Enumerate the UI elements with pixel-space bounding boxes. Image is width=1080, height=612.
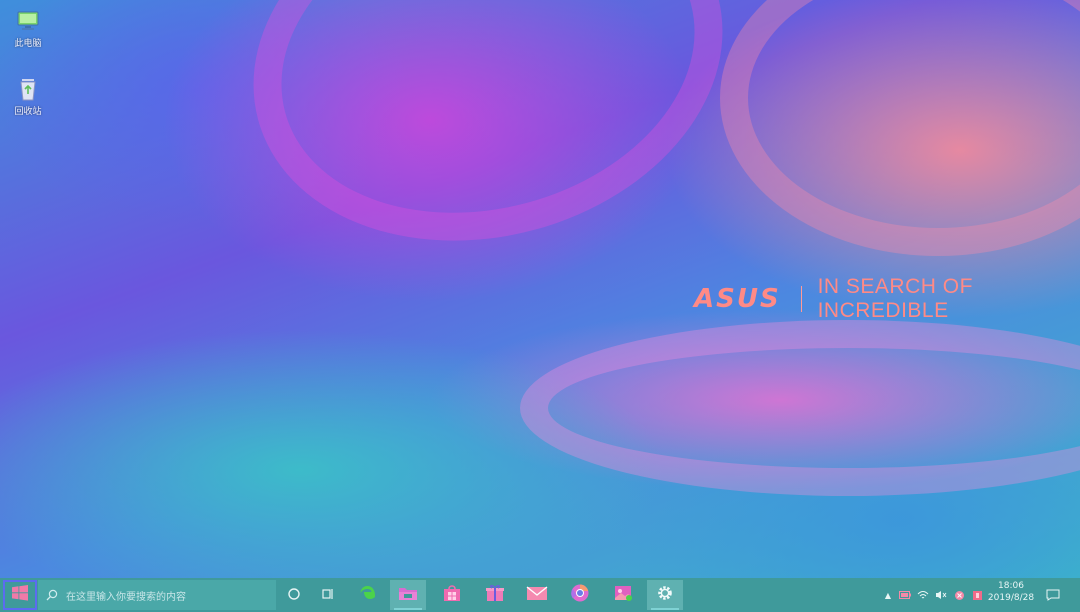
clock-time: 18:06 [998,581,1024,591]
notification-icon [1046,586,1060,605]
wallpaper-brand: ASUS IN SEARCH OF INCREDIBLE [694,275,1080,322]
gear-icon [656,584,674,606]
system-tray: ▲ [880,578,986,612]
brand-divider [800,286,802,312]
battery-icon[interactable] [896,591,914,599]
wallpaper-swirl [212,0,764,292]
brand-tagline: IN SEARCH OF INCREDIBLE [817,275,973,322]
taskbar-file-explorer[interactable] [390,580,426,610]
folder-icon [398,584,418,606]
recycle-bin-icon [15,76,41,102]
chrome-icon [570,583,590,607]
taskbar: 在这里输入你要搜索的内容 ▲ 18:06 2019/8/28 [0,578,1080,612]
taskbar-edge[interactable] [350,580,386,610]
start-button[interactable] [3,580,37,610]
edge-icon [358,583,378,607]
wallpaper-swirl [520,320,1080,496]
search-box[interactable]: 在这里输入你要搜索的内容 [38,580,276,610]
clock-date: 2019/8/28 [987,593,1035,603]
app-tray-icon[interactable] [950,590,968,601]
taskbar-chrome[interactable] [562,580,598,610]
store-bag-icon [442,583,462,607]
task-view-icon [321,586,335,605]
action-center-button[interactable] [1038,580,1068,610]
desktop-wallpaper: 此电脑 回收站 ASUS IN SEARCH OF INCREDIBLE [0,0,1080,578]
taskbar-gift[interactable] [477,580,513,610]
taskbar-clock[interactable]: 18:06 2019/8/28 [984,581,1038,603]
desktop-icon-recycle-bin[interactable]: 回收站 [2,76,54,117]
photos-icon [613,583,633,607]
taskbar-settings[interactable] [647,580,683,610]
computer-icon [15,8,41,34]
gift-icon [485,583,505,607]
wallpaper-swirl [720,0,1080,256]
volume-muted-icon[interactable] [932,590,950,600]
task-view-button[interactable] [310,580,346,610]
windows-logo-icon [12,585,28,605]
desktop-icon-this-pc[interactable]: 此电脑 [2,8,54,49]
desktop-icon-label: 此电脑 [14,39,42,49]
cortana-button[interactable] [276,580,312,610]
mail-icon [526,585,548,605]
circle-icon [287,586,301,605]
show-hidden-icons-button[interactable]: ▲ [880,591,896,600]
brand-logo: ASUS [694,284,781,314]
search-placeholder: 在这里输入你要搜索的内容 [66,591,186,603]
taskbar-mail[interactable] [519,580,555,610]
search-icon [46,586,58,605]
wifi-icon[interactable] [914,590,932,600]
desktop-icon-label: 回收站 [14,107,42,117]
taskbar-photos-app[interactable] [605,580,641,610]
taskbar-store[interactable] [434,580,470,610]
